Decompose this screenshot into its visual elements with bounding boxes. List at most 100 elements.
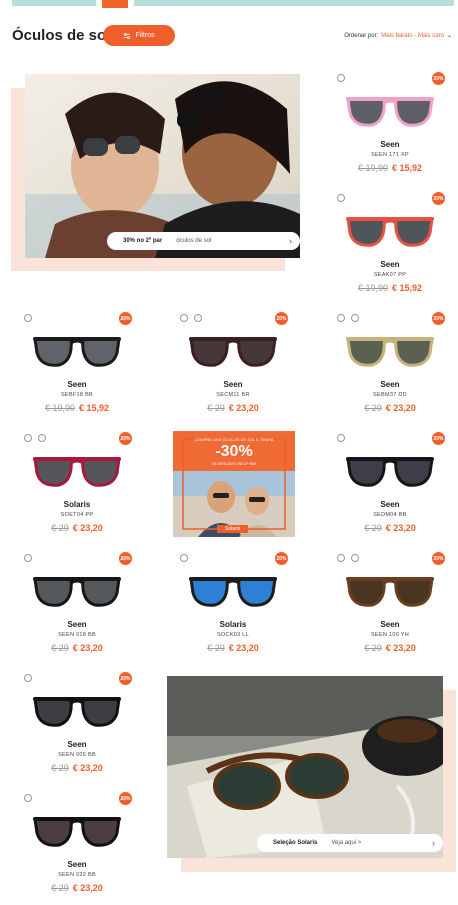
product-feature-icons [24, 314, 32, 322]
chevron-down-icon: ⌄ [446, 33, 452, 39]
sort-label: Ordenar por: [344, 32, 379, 39]
product-image[interactable] [335, 448, 445, 494]
filters-button[interactable]: Filtros [103, 25, 175, 46]
promo-button[interactable]: Solaris [217, 525, 249, 533]
product-card[interactable]: 20% Seen SEEN 022 BB € 29 € 23,20 [22, 792, 132, 904]
product-card[interactable]: 20% Seen SEDM04 BB € 29 € 23,20 [335, 432, 445, 544]
product-card[interactable]: 20% Solaris SOET04 PP € 29 € 23,20 [22, 432, 132, 544]
original-price: € 19,90 [44, 403, 75, 413]
original-price: € 19,90 [357, 283, 388, 293]
product-prices: € 29 € 23,20 [178, 643, 288, 653]
sort-value: Mais barato - Mais caro [381, 32, 444, 39]
feature-icon [337, 74, 345, 82]
product-feature-icons [337, 74, 345, 82]
feature-icon [24, 314, 32, 322]
sale-price: € 23,20 [72, 523, 103, 533]
original-price: € 29 [51, 763, 69, 773]
product-image[interactable] [178, 568, 288, 614]
sale-price: € 15,92 [392, 163, 423, 173]
product-image[interactable] [22, 688, 132, 734]
product-feature-icons [24, 434, 46, 442]
original-price-value: 29 [58, 643, 69, 653]
original-price-value: 19,90 [365, 283, 388, 293]
product-prices: € 19,90 € 15,92 [335, 283, 445, 293]
sunglasses-icon [189, 337, 277, 367]
product-image[interactable] [335, 328, 445, 374]
sale-price: € 23,20 [385, 523, 416, 533]
product-image[interactable] [22, 568, 132, 614]
product-image[interactable] [22, 808, 132, 854]
product-card[interactable]: 20% Seen SEBM37 DD € 29 € 23,20 [335, 312, 445, 424]
feature-icon [351, 314, 359, 322]
product-card[interactable]: 20% Seen SEBF18 BB € 19,90 € 15,92 [22, 312, 132, 424]
product-prices: € 29 € 23,20 [22, 763, 132, 773]
product-image[interactable] [335, 208, 445, 254]
original-price-value: 29 [58, 523, 69, 533]
product-brand: Solaris [219, 620, 247, 629]
discount-badge: 20% [432, 552, 445, 565]
filters-label: Filtros [135, 32, 155, 39]
hero-bottom-image[interactable] [167, 676, 443, 858]
sunglasses-icon [33, 817, 121, 847]
banner-right [134, 0, 454, 6]
hero-top-caption-bold: 30% no 2º par [123, 238, 163, 244]
product-feature-icons [24, 554, 32, 562]
original-price: € 19,90 [357, 163, 388, 173]
product-model: SECM11 BR [216, 392, 250, 398]
product-card[interactable]: 20% Seen SECM11 BR € 29 € 23,20 [178, 312, 288, 424]
sale-price: € 23,20 [72, 763, 103, 773]
feature-icon [337, 194, 345, 202]
top-banner-strip [0, 0, 458, 8]
original-price-value: 29 [371, 403, 382, 413]
hero-top-caption[interactable]: 30% no 2º par óculos de sol › [107, 232, 300, 250]
product-model: SEEN 100 YH [370, 632, 410, 638]
banner-left [12, 0, 96, 6]
feature-icon [337, 434, 345, 442]
promo-percentage: -30% [215, 443, 253, 460]
product-card[interactable]: 20% Seen SEEN 005 BB € 29 € 23,20 [22, 672, 132, 784]
hero-bottom-caption[interactable]: Seleção Solaris Veja aqui > › [257, 834, 443, 852]
discount-badge: 20% [275, 552, 288, 565]
product-image[interactable] [178, 328, 288, 374]
product-card[interactable]: 20% Seen SEEN 171 XP € 19,90 € 15,92 [335, 72, 445, 184]
product-feature-icons [337, 194, 345, 202]
product-feature-icons [337, 314, 359, 322]
product-image[interactable] [335, 88, 445, 134]
product-image[interactable] [335, 568, 445, 614]
sunglasses-icon [346, 97, 434, 127]
product-model: SEEN 018 BB [58, 632, 96, 638]
product-card[interactable]: 20% Seen SEEN 018 BB € 29 € 23,20 [22, 552, 132, 664]
sunglasses-icon [33, 697, 121, 727]
sale-price: € 23,20 [228, 403, 259, 413]
original-price: € 29 [51, 883, 69, 893]
product-card[interactable]: 20% Seen SEAK07 PP € 19,90 € 15,92 [335, 192, 445, 304]
original-price: € 29 [51, 523, 69, 533]
original-price-value: 29 [214, 643, 225, 653]
discount-badge: 20% [119, 792, 132, 805]
sale-price: € 23,20 [385, 643, 416, 653]
product-model: SEEN 005 BB [58, 752, 96, 758]
sale-price: € 15,92 [392, 283, 423, 293]
product-image[interactable] [22, 328, 132, 374]
sunglasses-icon [33, 337, 121, 367]
hero-top-caption-text: óculos de sol [176, 238, 212, 244]
chevron-right-icon: › [432, 838, 435, 848]
product-card[interactable]: 20% Solaris SOCK03 LL € 29 € 23,20 [178, 552, 288, 664]
product-brand: Seen [223, 380, 243, 389]
discount-badge: 20% [119, 672, 132, 685]
hero-top-image[interactable] [25, 74, 300, 258]
sort-dropdown[interactable]: Ordenar por: Mais barato - Mais caro ⌄ [344, 32, 452, 40]
product-prices: € 19,90 € 15,92 [22, 403, 132, 413]
product-brand: Solaris [63, 500, 91, 509]
product-model: SEEN 171 XP [371, 152, 409, 158]
product-feature-icons [24, 674, 32, 682]
promo-sub-text: DE DESCONTO NO 2º PAR [212, 462, 256, 466]
original-price-value: 29 [371, 643, 382, 653]
product-brand: Seen [67, 620, 87, 629]
discount-badge: 20% [119, 432, 132, 445]
discount-badge: 20% [119, 552, 132, 565]
product-image[interactable] [22, 448, 132, 494]
product-card[interactable]: 20% Seen SEEN 100 YH € 29 € 23,20 [335, 552, 445, 664]
promo-tile[interactable]: COMPRE UNS ÓCULOS DE SOL E TENHA -30% DE… [173, 431, 295, 537]
discount-badge: 20% [432, 432, 445, 445]
